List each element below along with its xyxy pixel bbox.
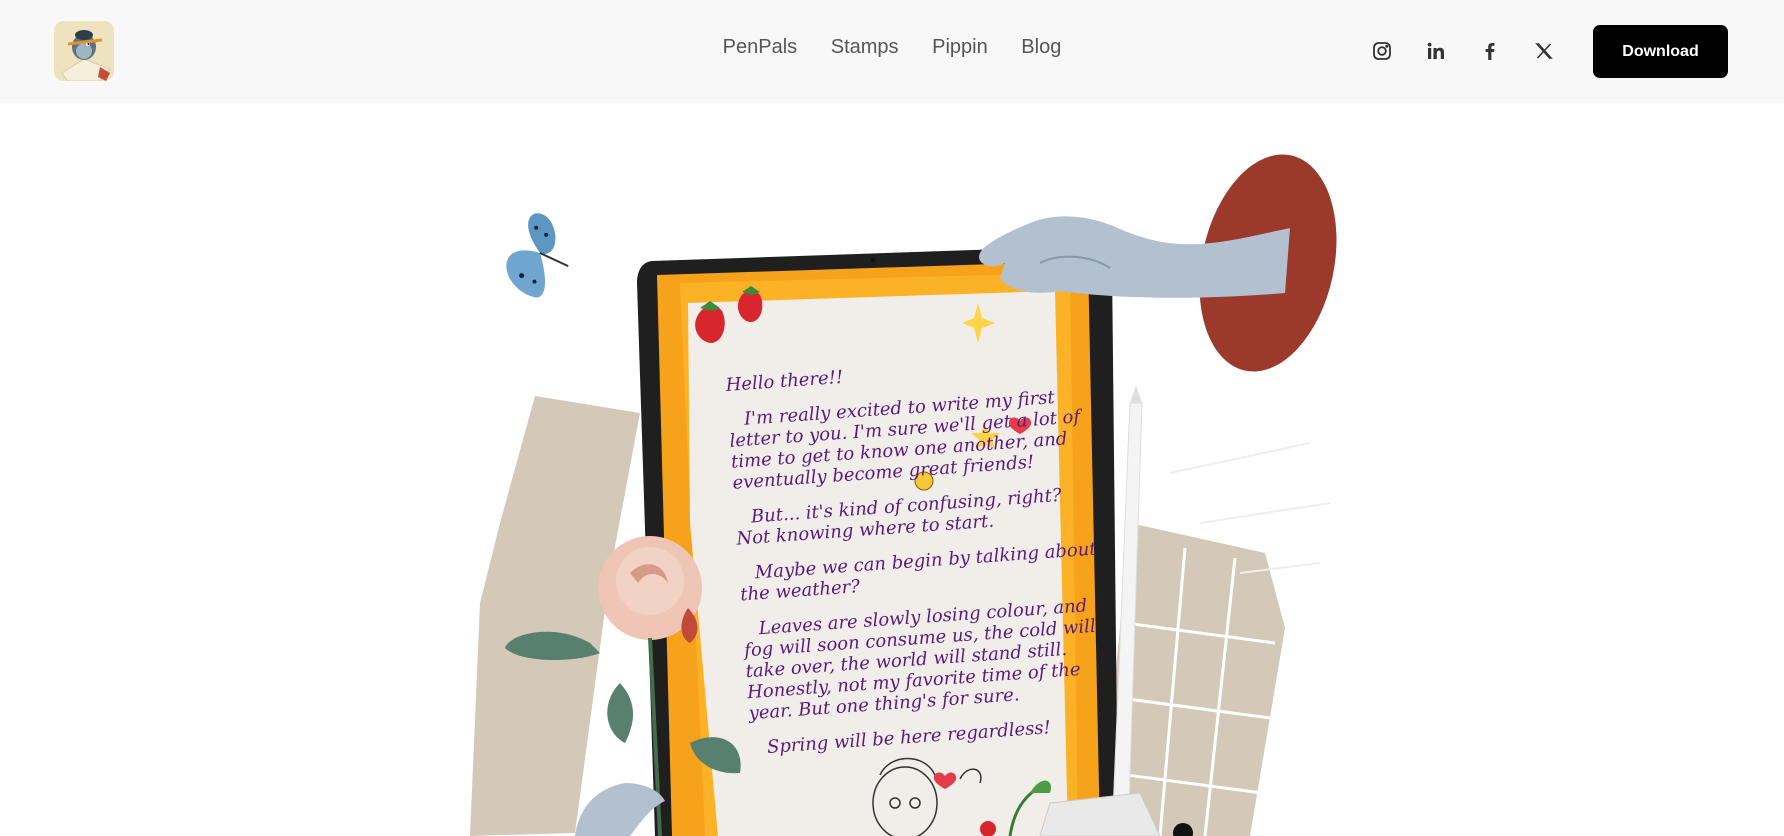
nav-link-stamps[interactable]: Stamps — [831, 36, 899, 59]
x-icon[interactable] — [1532, 39, 1556, 63]
letter-paragraph: But... it's kind of confusing, right? No… — [735, 484, 1063, 550]
linkedin-icon[interactable] — [1424, 39, 1448, 63]
download-button[interactable]: Download — [1593, 25, 1728, 78]
hero-collage: Hello there!! I'm really excited to writ… — [0, 103, 1784, 836]
facebook-icon[interactable] — [1478, 39, 1502, 63]
nav-link-penpals[interactable]: PenPals — [723, 36, 798, 59]
letter-paragraph: I'm really excited to write my first let… — [728, 387, 1081, 494]
social-links — [1370, 39, 1556, 63]
instagram-icon[interactable] — [1370, 39, 1394, 63]
letter-paragraph: Maybe we can begin by talking about the … — [739, 538, 1098, 606]
nav-link-blog[interactable]: Blog — [1021, 36, 1061, 59]
handwritten-letter: Hello there!! I'm really excited to writ… — [725, 350, 1112, 773]
site-header: PenPals Stamps Pippin Blog Download — [0, 0, 1784, 103]
letter-paragraph: Leaves are slowly losing colour, and fog… — [743, 595, 1097, 725]
nav-link-pippin[interactable]: Pippin — [932, 36, 988, 59]
